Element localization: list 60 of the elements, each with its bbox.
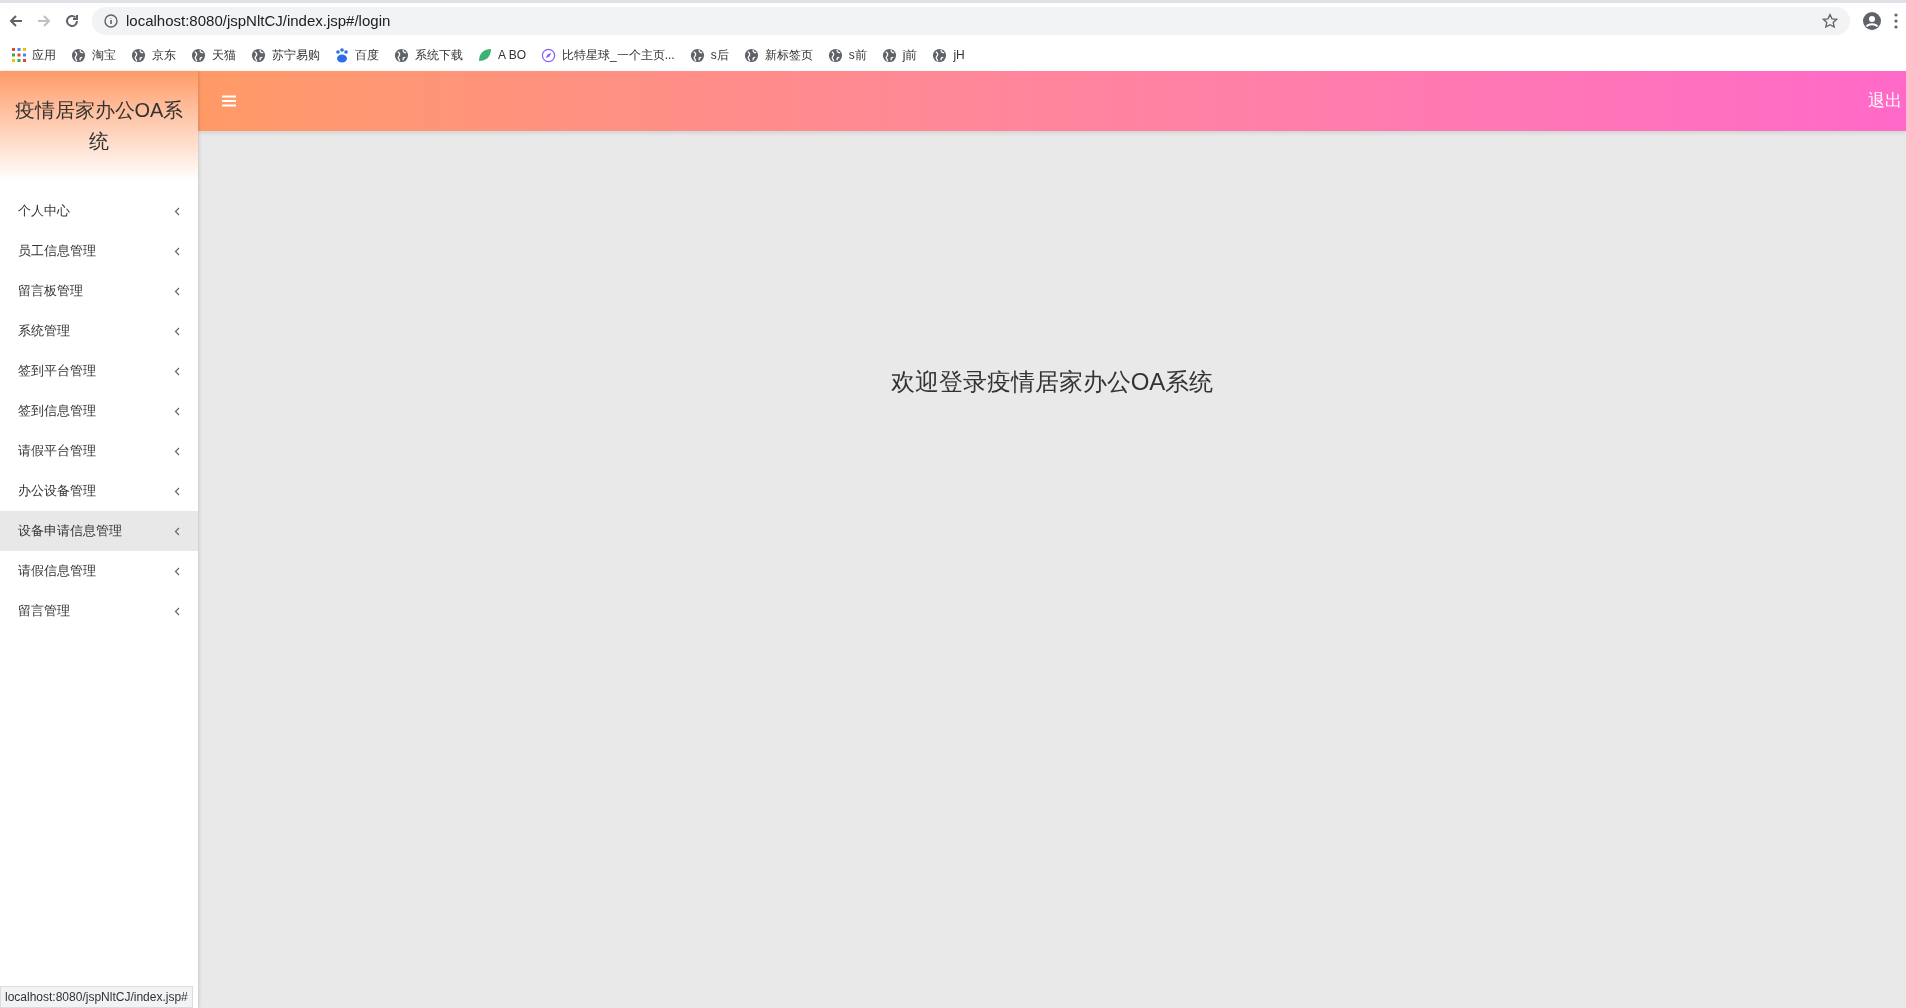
menu-item[interactable]: 留言管理 (0, 591, 198, 631)
bookmark-link[interactable]: 系统下载 (415, 46, 463, 64)
menu-item[interactable]: 个人中心 (0, 191, 198, 231)
bookmark-link[interactable]: s前 (848, 46, 867, 64)
bookmark-link[interactable]: s后 (710, 46, 729, 64)
back-icon[interactable] (8, 13, 24, 29)
bookmark-link[interactable]: 新标签页 (764, 46, 813, 64)
menu-item[interactable]: 办公设备管理 (0, 471, 198, 511)
menu-item[interactable]: 签到平台管理 (0, 351, 198, 391)
star-icon[interactable] (1822, 13, 1838, 29)
menu-item[interactable]: 系统管理 (0, 311, 198, 351)
welcome-text: 欢迎登录疫情居家办公OA系统 (890, 367, 1214, 397)
menu-item[interactable]: 请假信息管理 (0, 551, 198, 591)
globe-icon (932, 47, 948, 63)
paw-icon (335, 47, 349, 63)
chevron-left-icon (174, 566, 180, 576)
chevron-left-icon (174, 326, 180, 336)
more-icon[interactable] (1894, 13, 1898, 29)
bookmark-link[interactable]: jH (953, 46, 965, 64)
globe-icon (881, 47, 897, 63)
chevron-left-icon (174, 206, 180, 216)
chevron-left-icon (174, 366, 180, 376)
menu-item[interactable]: 签到信息管理 (0, 391, 198, 431)
globe-icon (827, 47, 843, 63)
globe-icon (251, 47, 266, 63)
globe-icon (689, 47, 705, 63)
chevron-left-icon (174, 246, 180, 256)
address-bar[interactable]: localhost:8080/jspNltCJ/index.jsp#/login (92, 7, 1850, 35)
info-icon[interactable] (104, 14, 118, 28)
globe-icon (131, 47, 146, 63)
globe-icon (71, 47, 86, 63)
profile-icon[interactable] (1862, 11, 1882, 31)
app-title: 疫情居家办公OA系统 (13, 98, 185, 154)
bookmark-link[interactable]: 百度 (355, 46, 379, 64)
bookmark-link[interactable]: 京东 (152, 46, 176, 64)
chevron-left-icon (174, 446, 180, 456)
chevron-left-icon (174, 486, 180, 496)
leaf-icon (478, 48, 492, 62)
menu-item[interactable]: 设备申请信息管理 (0, 511, 198, 551)
chevron-left-icon (174, 286, 180, 296)
globe-icon (743, 47, 759, 63)
url-text: localhost:8080/jspNltCJ/index.jsp#/login (126, 10, 391, 31)
chevron-left-icon (174, 406, 180, 416)
menu-item[interactable]: 员工信息管理 (0, 231, 198, 271)
reload-icon[interactable] (64, 13, 80, 29)
chevron-left-icon (174, 606, 180, 616)
bookmark-link[interactable]: 比特星球_一个主页... (562, 46, 675, 64)
bookmark-link[interactable]: 天猫 (212, 46, 236, 64)
apps-grid-icon (12, 48, 26, 62)
chevron-left-icon (174, 526, 180, 536)
bookmark-link[interactable]: A BO (498, 46, 526, 64)
bookmark-link[interactable]: 淘宝 (92, 46, 116, 64)
bookmark-link[interactable]: 应用 (32, 46, 56, 64)
status-url: localhost:8080/jspNltCJ/index.jsp# (0, 986, 193, 1008)
globe-icon (394, 47, 409, 63)
menu-item[interactable]: 留言板管理 (0, 271, 198, 311)
globe-icon (191, 47, 206, 63)
menu-item[interactable]: 请假平台管理 (0, 431, 198, 471)
bookmark-link[interactable]: j前 (902, 46, 918, 64)
bookmark-link[interactable]: 苏宁易购 (272, 46, 320, 64)
